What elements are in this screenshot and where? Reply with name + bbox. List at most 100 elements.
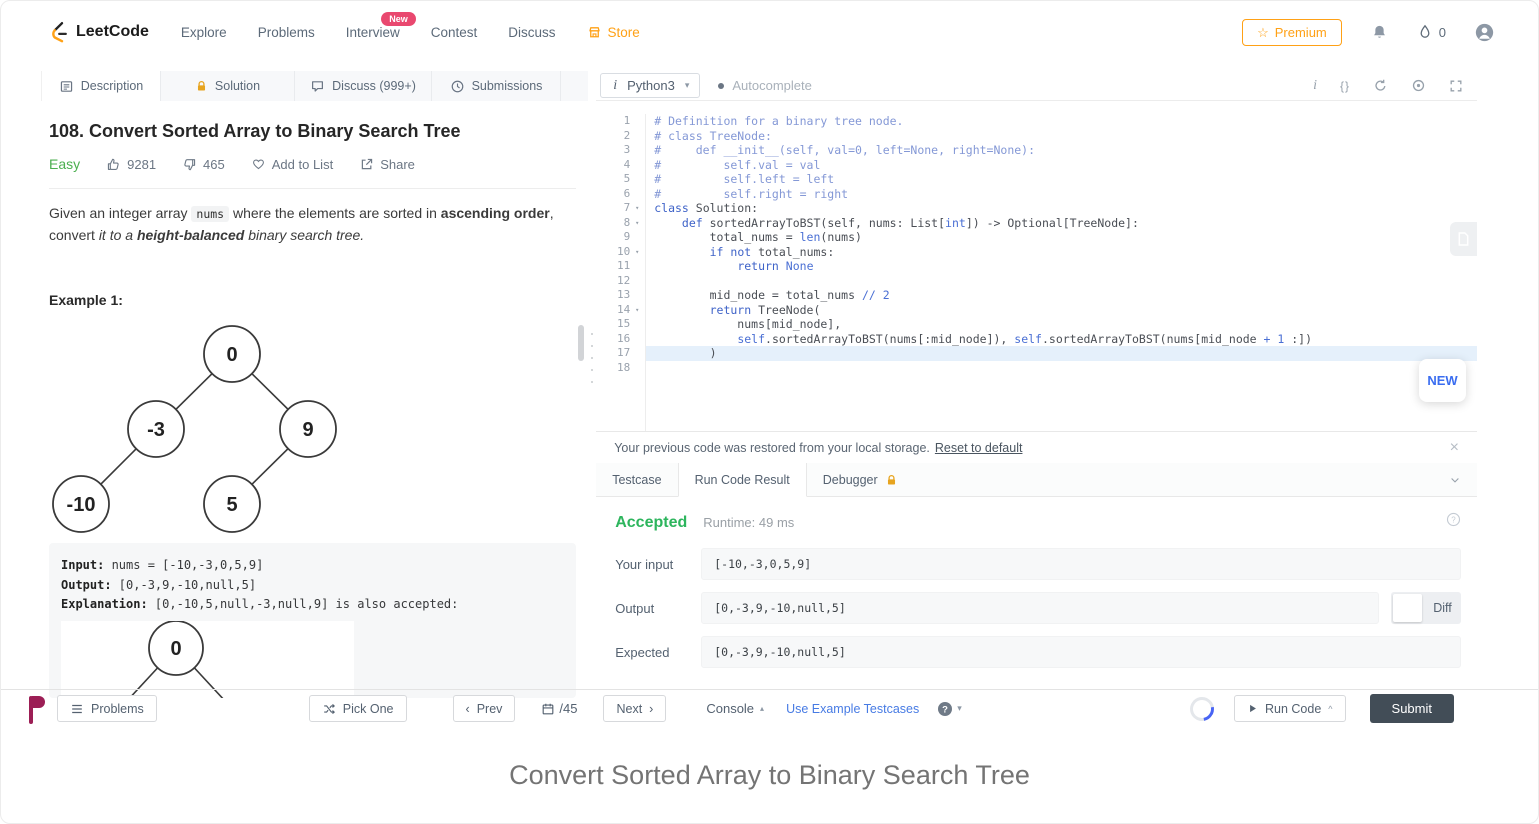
code-line[interactable]: 9 total_nums = len(nums) — [596, 230, 1477, 245]
code-line[interactable]: 11 return None — [596, 259, 1477, 274]
line-gutter: 8▾ — [596, 216, 646, 231]
tab-solution[interactable]: Solution — [161, 71, 295, 101]
code-line[interactable]: 16 self.sortedArrayToBST(nums[:mid_node]… — [596, 332, 1477, 347]
code-line[interactable]: 3# def __init__(self, val=0, left=None, … — [596, 143, 1477, 158]
thumb-up-icon — [106, 157, 121, 172]
notifications-bell-icon[interactable] — [1371, 23, 1388, 41]
console-tab-testcase[interactable]: Testcase — [596, 463, 677, 496]
statement-fragment: nums — [191, 206, 229, 222]
avatar[interactable] — [1475, 23, 1494, 42]
fold-arrow-icon: ▾ — [630, 303, 644, 318]
close-icon[interactable]: × — [1450, 439, 1459, 457]
fold-arrow-icon — [630, 259, 644, 274]
code-editor[interactable]: 1# Definition for a binary tree node.2# … — [596, 101, 1477, 431]
tab-description[interactable]: Description — [41, 71, 161, 101]
panel-resize-handle[interactable] — [588, 63, 596, 689]
code-line[interactable]: 18 — [596, 361, 1477, 376]
status-badge: Accepted — [615, 514, 687, 532]
leetcode-logo[interactable]: LeetCode — [49, 21, 149, 43]
language-select[interactable]: i Python3 ▾ — [600, 73, 700, 98]
daily-challenge-counter[interactable]: /45 — [541, 701, 577, 716]
code-line[interactable]: 2# class TreeNode: — [596, 129, 1477, 144]
left-panel-scrollbar[interactable] — [578, 325, 584, 361]
autocomplete-indicator[interactable]: Autocomplete — [718, 78, 812, 93]
share-icon — [359, 157, 374, 172]
line-gutter: 9 — [596, 230, 646, 245]
submit-button[interactable]: Submit — [1370, 694, 1454, 723]
description-icon — [59, 79, 74, 94]
code-line[interactable]: 6# self.right = right — [596, 187, 1477, 202]
svg-text:5: 5 — [226, 494, 237, 516]
line-code: # self.left = left — [646, 172, 1477, 187]
info-icon: i — [613, 79, 617, 93]
line-number: 9 — [596, 230, 630, 245]
prev-button[interactable]: ‹ Prev — [453, 695, 516, 722]
daily-streak[interactable]: 0 — [1417, 23, 1446, 41]
result-row: Output[0,-3,9,-10,null,5]Diff — [615, 592, 1461, 624]
problems-button[interactable]: Problems — [57, 695, 157, 722]
bottom-toolbar: Problems Pick One ‹ Prev /45 Next › Cons… — [1, 689, 1538, 727]
fullscreen-icon[interactable] — [1449, 79, 1463, 93]
run-code-button[interactable]: Run Code ^ — [1234, 695, 1346, 722]
console-tab-run-code-result[interactable]: Run Code Result — [678, 463, 807, 497]
drag-dot — [591, 369, 593, 371]
example-input-line: Input: nums = [-10,-3,0,5,9] — [61, 556, 564, 576]
line-number: 2 — [596, 129, 630, 144]
nav-item-store[interactable]: Store — [587, 25, 640, 40]
nav-item-interview[interactable]: InterviewNew — [346, 25, 400, 40]
reset-to-default-link[interactable]: Reset to default — [935, 441, 1023, 455]
format-code-icon[interactable]: {} — [1340, 80, 1350, 92]
share-button[interactable]: Share — [359, 157, 415, 172]
fold-arrow-icon — [630, 114, 644, 129]
code-line[interactable]: 14▾ return TreeNode( — [596, 303, 1477, 318]
pick-one-button[interactable]: Pick One — [309, 695, 407, 722]
like-button[interactable]: 9281 — [106, 157, 156, 172]
tab-submissions[interactable]: Submissions — [432, 71, 561, 101]
code-line[interactable]: 4# self.val = val — [596, 158, 1477, 173]
question-circle-icon[interactable]: ? — [1446, 512, 1461, 527]
console-tab-debugger[interactable]: Debugger — [807, 463, 914, 496]
code-line[interactable]: 12 — [596, 274, 1477, 289]
add-to-list-button[interactable]: Add to List — [251, 157, 333, 172]
code-line[interactable]: 10▾ if not total_nums: — [596, 245, 1477, 260]
example-heading: Example 1: — [49, 292, 576, 308]
line-gutter: 7▾ — [596, 201, 646, 216]
dislike-button[interactable]: 465 — [182, 157, 225, 172]
line-gutter: 17 — [596, 346, 646, 361]
new-feature-button[interactable]: NEW — [1419, 359, 1466, 402]
code-line[interactable]: 5# self.left = left — [596, 172, 1477, 187]
code-line[interactable]: 8▾ def sortedArrayToBST(self, nums: List… — [596, 216, 1477, 231]
next-button[interactable]: Next › — [603, 695, 666, 722]
info-icon[interactable]: i — [1313, 79, 1317, 93]
drag-dot — [591, 345, 593, 347]
reset-code-icon[interactable] — [1373, 78, 1388, 93]
code-line[interactable]: 15 nums[mid_node], — [596, 317, 1477, 332]
tab-discuss-999[interactable]: Discuss (999+) — [295, 71, 432, 101]
help-menu[interactable]: ? ▾ — [937, 701, 962, 717]
nav-item-explore[interactable]: Explore — [181, 25, 227, 40]
settings-gear-icon[interactable] — [1411, 78, 1426, 93]
nav-item-problems[interactable]: Problems — [258, 25, 315, 40]
code-line[interactable]: 13 mid_node = total_nums // 2 — [596, 288, 1477, 303]
line-number: 3 — [596, 143, 630, 158]
result-row: Expected[0,-3,9,-10,null,5] — [615, 636, 1461, 668]
collapse-chevron-icon[interactable] — [1449, 463, 1477, 496]
editor-empty-area[interactable] — [596, 375, 1477, 431]
line-gutter: 12 — [596, 274, 646, 289]
run-result-panel: Accepted Runtime: 49 ms ? Your input[-10… — [596, 497, 1477, 668]
statement-fragment: where the elements are sorted in — [229, 205, 441, 221]
nav-item-discuss[interactable]: Discuss — [508, 25, 555, 40]
premium-button[interactable]: ☆ Premium — [1242, 19, 1342, 46]
nav-item-contest[interactable]: Contest — [431, 25, 478, 40]
diff-toggle[interactable]: Diff — [1391, 592, 1461, 624]
code-line[interactable]: 1# Definition for a binary tree node. — [596, 114, 1477, 129]
floating-page-icon[interactable] — [1450, 222, 1477, 256]
code-line[interactable]: 7▾class Solution: — [596, 201, 1477, 216]
fold-arrow-icon — [630, 361, 644, 376]
console-toggle[interactable]: Console ▴ — [706, 701, 764, 716]
problem-panel: DescriptionSolutionDiscuss (999+)Submiss… — [41, 63, 588, 689]
line-number: 16 — [596, 332, 630, 347]
use-example-testcases-link[interactable]: Use Example Testcases — [786, 702, 919, 716]
code-line[interactable]: 17 ) — [596, 346, 1477, 361]
console-tabs: TestcaseRun Code ResultDebugger — [596, 463, 1477, 497]
